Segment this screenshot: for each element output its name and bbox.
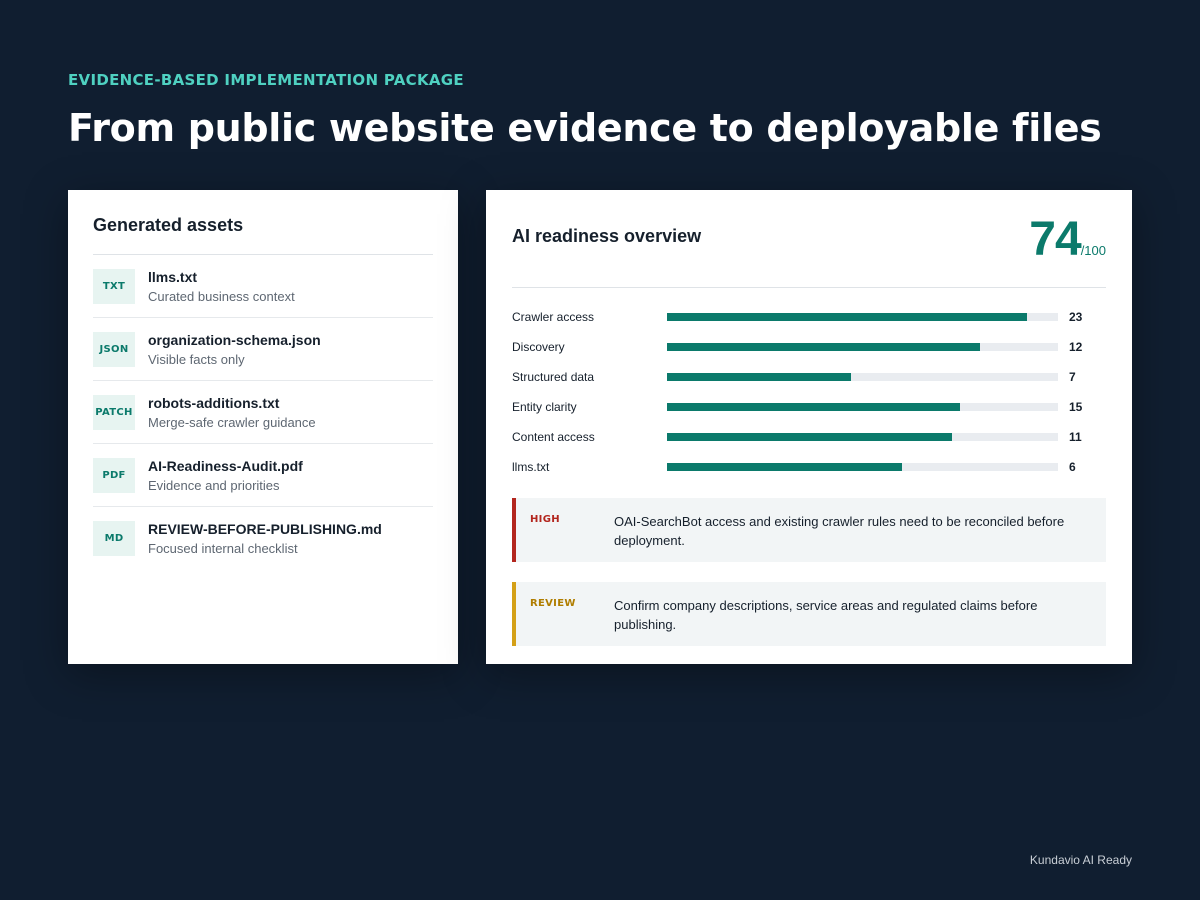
bar-fill: [667, 313, 1027, 321]
bar-track: [667, 403, 1058, 411]
overview-title: AI readiness overview: [512, 226, 702, 246]
bar-fill: [667, 463, 902, 471]
review-callout: REVIEW Confirm company descriptions, ser…: [512, 582, 1106, 646]
asset-item-llms[interactable]: TXT llms.txt Curated business context: [93, 255, 433, 318]
bar-row-structured-data: Structured data 7: [512, 362, 1106, 392]
bar-row-crawler-access: Crawler access 23: [512, 302, 1106, 332]
file-type-badge: TXT: [93, 268, 135, 304]
score-value: 74: [1029, 213, 1081, 266]
bar-label: Entity clarity: [512, 400, 577, 414]
bar-row-entity-clarity: Entity clarity 15: [512, 392, 1106, 422]
ai-readiness-overview-panel: AI readiness overview 74/100 Crawler acc…: [486, 190, 1132, 664]
bar-row-discovery: Discovery 12: [512, 332, 1106, 362]
file-type-badge: PATCH: [93, 394, 135, 430]
page: EVIDENCE-BASED IMPLEMENTATION PACKAGE Fr…: [0, 0, 1200, 900]
bar-value: 7: [1069, 370, 1076, 384]
bar-label: Structured data: [512, 370, 595, 384]
score-max: /100: [1080, 243, 1106, 258]
asset-name: llms.txt: [148, 268, 198, 285]
bar-track: [667, 373, 1058, 381]
asset-description: Curated business context: [148, 288, 295, 304]
asset-description: Visible facts only: [148, 351, 245, 367]
priority-tag: REVIEW: [530, 598, 576, 609]
file-type-badge: PDF: [93, 457, 135, 493]
asset-text: AI-Readiness-Audit.pdf Evidence and prio…: [148, 458, 303, 493]
category-bars: Crawler access 23 Discovery 12 Structure…: [512, 302, 1106, 482]
bar-row-llms-txt: llms.txt 6: [512, 452, 1106, 482]
bar-value: 12: [1069, 340, 1083, 354]
asset-text: robots-additions.txt Merge-safe crawler …: [148, 395, 316, 430]
bar-fill: [667, 403, 961, 411]
bar-track: [667, 433, 1058, 441]
bar-label: Discovery: [512, 340, 565, 354]
asset-name: robots-additions.txt: [148, 394, 280, 411]
bar-value: 15: [1069, 400, 1083, 414]
asset-item-robots-additions[interactable]: PATCH robots-additions.txt Merge-safe cr…: [93, 381, 433, 444]
bar-track: [667, 463, 1058, 471]
generated-assets-title: Generated assets: [93, 215, 433, 255]
asset-item-audit-pdf[interactable]: PDF AI-Readiness-Audit.pdf Evidence and …: [93, 444, 433, 507]
bar-fill: [667, 373, 851, 381]
asset-name: REVIEW-BEFORE-PUBLISHING.md: [148, 521, 382, 537]
eyebrow-label: EVIDENCE-BASED IMPLEMENTATION PACKAGE: [68, 71, 464, 89]
asset-description: Merge-safe crawler guidance: [148, 414, 316, 430]
priority-tag: HIGH: [530, 514, 560, 525]
readiness-score: 74/100: [1029, 216, 1106, 264]
bar-row-content-access: Content access 11: [512, 422, 1106, 452]
bar-label: Content access: [512, 430, 595, 444]
bar-track: [667, 343, 1058, 351]
asset-text: REVIEW-BEFORE-PUBLISHING.md Focused inte…: [148, 521, 382, 556]
asset-item-review-checklist[interactable]: MD REVIEW-BEFORE-PUBLISHING.md Focused i…: [93, 507, 433, 570]
bar-track: [667, 313, 1058, 321]
bar-fill: [667, 343, 980, 351]
bar-value: 11: [1069, 430, 1082, 444]
generated-assets-panel: Generated assets TXT llms.txt Curated bu…: [68, 190, 458, 664]
asset-description: Focused internal checklist: [148, 541, 298, 556]
callout-text: OAI-SearchBot access and existing crawle…: [614, 514, 1065, 548]
high-priority-callout: HIGH OAI-SearchBot access and existing c…: [512, 498, 1106, 562]
asset-name: organization-schema.json: [148, 331, 321, 348]
bar-label: Crawler access: [512, 310, 595, 324]
overview-header: AI readiness overview 74/100: [512, 216, 1106, 288]
asset-name: AI-Readiness-Audit.pdf: [148, 457, 303, 474]
bar-value: 6: [1069, 460, 1076, 474]
bar-fill: [667, 433, 953, 441]
asset-item-organization-schema[interactable]: JSON organization-schema.json Visible fa…: [93, 318, 433, 381]
bar-value: 23: [1069, 310, 1083, 324]
page-title: From public website evidence to deployab…: [68, 106, 1102, 150]
brand-footer: Kundavio AI Ready: [1029, 853, 1132, 867]
callout-text: Confirm company descriptions, service ar…: [614, 598, 1038, 632]
asset-text: llms.txt Curated business context: [148, 269, 295, 304]
asset-description: Evidence and priorities: [148, 477, 280, 493]
file-type-badge: MD: [93, 521, 135, 556]
bar-label: llms.txt: [512, 460, 550, 474]
file-type-badge: JSON: [93, 331, 135, 367]
asset-text: organization-schema.json Visible facts o…: [148, 332, 321, 367]
